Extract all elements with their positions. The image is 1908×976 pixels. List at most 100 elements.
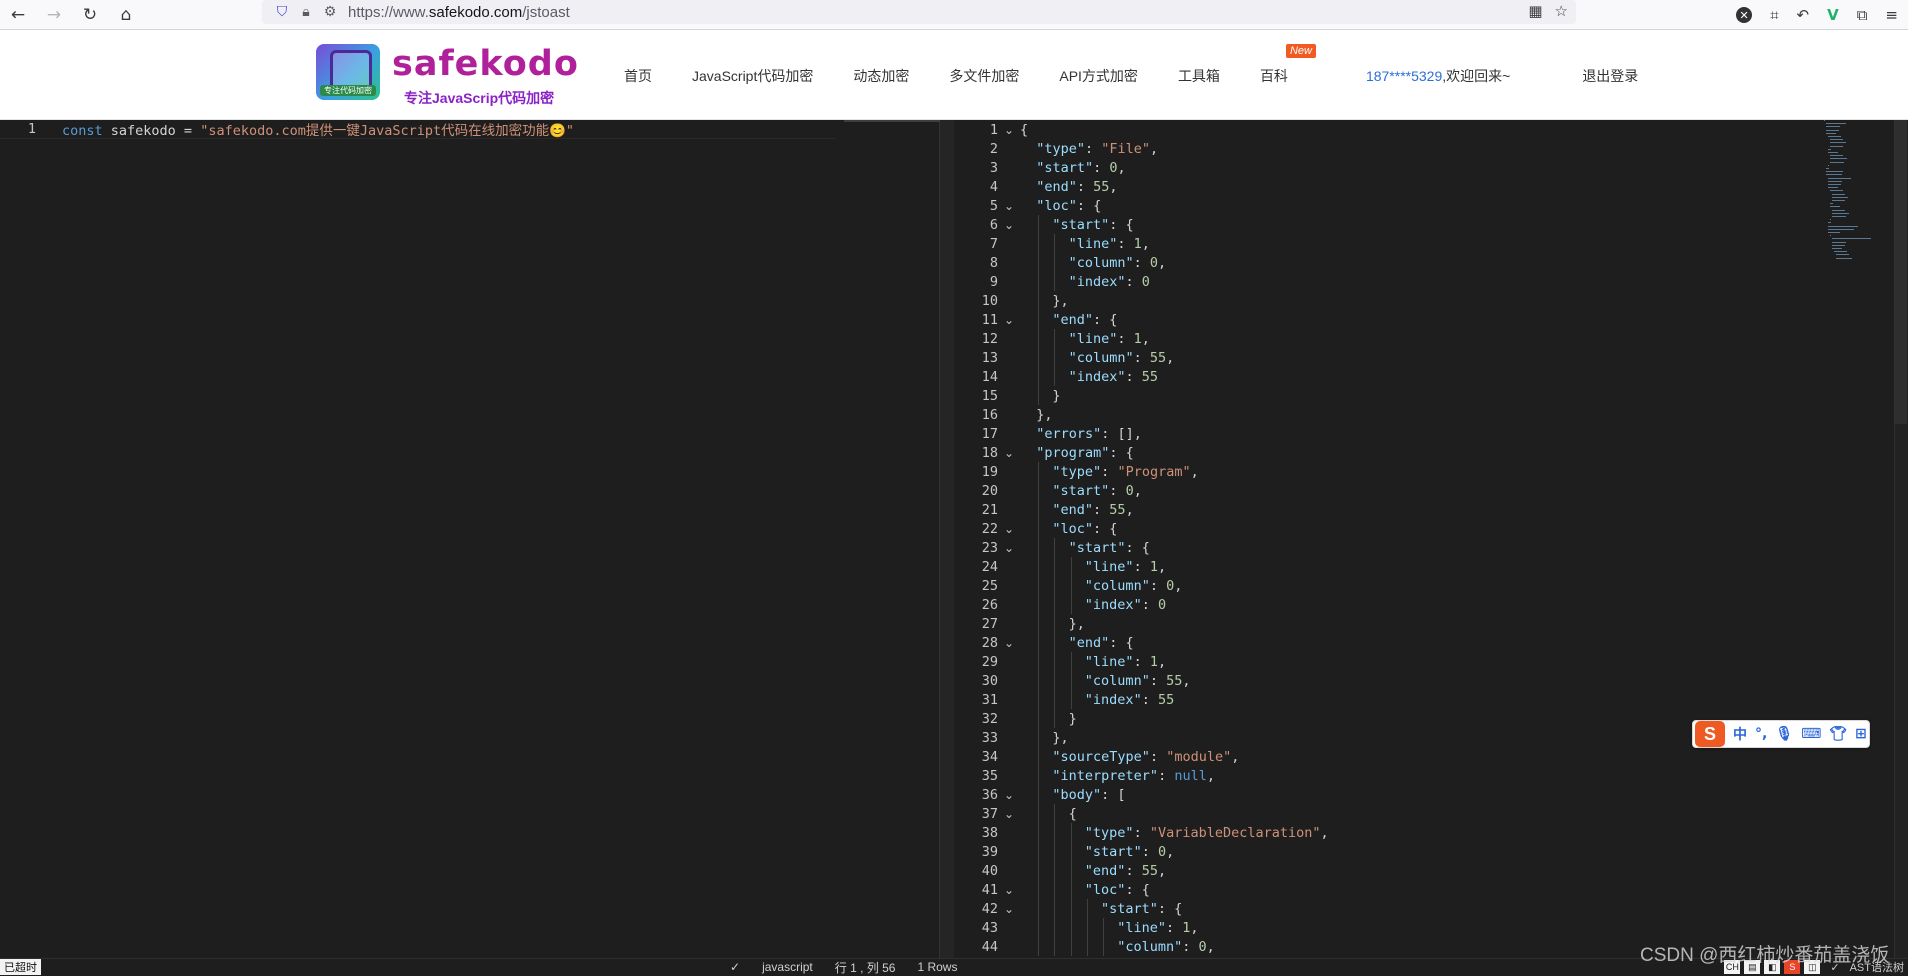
ast-line[interactable]: 25 "column": 0, xyxy=(956,576,1806,595)
ast-code[interactable]: "end": 55, xyxy=(1020,502,1133,518)
extensions-icon[interactable]: ⧉ xyxy=(1857,6,1868,24)
ast-code[interactable]: { xyxy=(1020,122,1028,138)
ast-code[interactable]: "column": 55, xyxy=(1020,350,1175,366)
reload-icon[interactable]: ↻ xyxy=(72,0,108,30)
code-text[interactable]: const safekodo = "safekodo.com提供一键JavaSc… xyxy=(62,119,574,139)
ast-code[interactable]: "end": 55, xyxy=(1020,179,1117,195)
ast-line[interactable]: 14 "index": 55 xyxy=(956,367,1806,386)
ast-code[interactable]: "line": 1, xyxy=(1020,559,1166,575)
ast-code[interactable]: "column": 0, xyxy=(1020,939,1215,955)
keyboard-icon[interactable]: ⌨ xyxy=(1801,726,1821,742)
ime-punctuation-toggle[interactable]: °, xyxy=(1755,726,1767,742)
shield-icon[interactable]: ⛉ xyxy=(270,4,294,20)
nav-toolbox[interactable]: 工具箱 xyxy=(1178,66,1220,86)
ast-code[interactable]: "start": 0, xyxy=(1020,160,1125,176)
undo-icon[interactable]: ↶ xyxy=(1797,6,1810,24)
permissions-icon[interactable]: ⚙ xyxy=(318,4,342,20)
ast-line[interactable]: 18 ⌄ "program": { xyxy=(956,443,1806,462)
fold-chevron-icon[interactable]: ⌄ xyxy=(998,902,1020,916)
nav-encyclopedia[interactable]: 百科 New xyxy=(1260,44,1316,86)
ast-line[interactable]: 12 "line": 1, xyxy=(956,329,1806,348)
ast-line[interactable]: 8 "column": 0, xyxy=(956,253,1806,272)
status-language[interactable]: javascript xyxy=(762,960,813,974)
ast-line[interactable]: 5 ⌄ "loc": { xyxy=(956,196,1806,215)
ast-line[interactable]: 28 ⌄ "end": { xyxy=(956,633,1806,652)
ast-line[interactable]: 41 ⌄ "loc": { xyxy=(956,880,1806,899)
ast-code[interactable]: "type": "VariableDeclaration", xyxy=(1020,825,1329,841)
crop-icon[interactable]: ⌗ xyxy=(1770,6,1778,24)
ime-language-toggle[interactable]: 中 xyxy=(1733,724,1747,744)
ast-line[interactable]: 26 "index": 0 xyxy=(956,595,1806,614)
ast-code[interactable]: }, xyxy=(1020,293,1068,309)
ast-line[interactable]: 30 "column": 55, xyxy=(956,671,1806,690)
site-logo[interactable]: 专注代码加密 safekodo 专注JavaScrip代码加密 xyxy=(316,44,578,106)
fold-chevron-icon[interactable]: ⌄ xyxy=(998,123,1020,137)
ast-code[interactable]: "index": 55 xyxy=(1020,692,1174,708)
fold-chevron-icon[interactable]: ⌄ xyxy=(998,446,1020,460)
fold-chevron-icon[interactable]: ⌄ xyxy=(998,522,1020,536)
url-text[interactable]: https://www.safekodo.com/jstoast xyxy=(348,4,570,21)
ast-code[interactable]: "line": 1, xyxy=(1020,331,1150,347)
ast-line[interactable]: 4 "end": 55, xyxy=(956,177,1806,196)
lock-icon[interactable]: 🔒︎ xyxy=(294,4,318,20)
ast-code[interactable]: "start": { xyxy=(1020,217,1133,233)
ast-code[interactable]: "loc": { xyxy=(1020,521,1117,537)
status-cursor-position[interactable]: 行 1 , 列 56 xyxy=(835,959,896,976)
ast-line[interactable]: 27}, xyxy=(956,614,1806,633)
ast-code[interactable]: "end": { xyxy=(1020,635,1134,651)
left-minimap[interactable] xyxy=(844,120,940,122)
ast-line[interactable]: 31 "index": 55 xyxy=(956,690,1806,709)
forward-icon[interactable]: → xyxy=(36,0,72,30)
address-bar[interactable]: ⛉ 🔒︎ ⚙ https://www.safekodo.com/jstoast … xyxy=(262,0,1576,24)
ast-minimap[interactable] xyxy=(1824,120,1884,360)
ast-code[interactable]: "line": 1, xyxy=(1020,920,1198,936)
fold-chevron-icon[interactable]: ⌄ xyxy=(998,807,1020,821)
ast-line[interactable]: 6 ⌄ "start": { xyxy=(956,215,1806,234)
ast-line[interactable]: 36 ⌄ "body": [ xyxy=(956,785,1806,804)
ast-line[interactable]: 2 "type": "File", xyxy=(956,139,1806,158)
fold-chevron-icon[interactable]: ⌄ xyxy=(998,883,1020,897)
ast-line[interactable]: 15} xyxy=(956,386,1806,405)
ast-code[interactable]: "start": { xyxy=(1020,901,1182,917)
back-icon[interactable]: ← xyxy=(0,0,36,30)
nav-multi-file-encrypt[interactable]: 多文件加密 xyxy=(949,66,1019,86)
ast-line[interactable]: 7 "line": 1, xyxy=(956,234,1806,253)
ast-code[interactable]: "loc": { xyxy=(1020,198,1101,214)
editor-line[interactable]: 1 const safekodo = "safekodo.com提供一键Java… xyxy=(0,120,836,139)
editor-splitter[interactable] xyxy=(940,120,954,958)
fold-chevron-icon[interactable]: ⌄ xyxy=(998,636,1020,650)
menu-icon[interactable]: ≡ xyxy=(1885,6,1898,24)
ast-line[interactable]: 37 ⌄{ xyxy=(956,804,1806,823)
fold-chevron-icon[interactable]: ⌄ xyxy=(998,199,1020,213)
ast-line[interactable]: 9 "index": 0 xyxy=(956,272,1806,291)
ast-line[interactable]: 39 "start": 0, xyxy=(956,842,1806,861)
home-icon[interactable]: ⌂ xyxy=(108,0,144,30)
ast-code[interactable]: "end": 55, xyxy=(1020,863,1166,879)
ast-line[interactable]: 38 "type": "VariableDeclaration", xyxy=(956,823,1806,842)
ast-line[interactable]: 42 ⌄ "start": { xyxy=(956,899,1806,918)
nav-home[interactable]: 首页 xyxy=(624,66,652,86)
bookmark-star-icon[interactable]: ☆ xyxy=(1555,2,1568,20)
ime-toolbar[interactable]: S 中 °, 🎙︎ ⌨ 👕︎ ⊞ xyxy=(1692,720,1870,748)
ast-scrollbar[interactable] xyxy=(1894,120,1908,958)
fold-chevron-icon[interactable]: ⌄ xyxy=(998,541,1020,555)
ast-code[interactable]: } xyxy=(1020,388,1060,404)
vue-devtools-icon[interactable]: V xyxy=(1827,6,1839,24)
ast-line[interactable]: 34 "sourceType": "module", xyxy=(956,747,1806,766)
ast-code[interactable]: "index": 0 xyxy=(1020,597,1166,613)
shirt-icon[interactable]: 👕︎ xyxy=(1829,726,1847,742)
ast-code[interactable]: "end": { xyxy=(1020,312,1117,328)
ast-line[interactable]: 23 ⌄ "start": { xyxy=(956,538,1806,557)
ast-code[interactable]: "index": 0 xyxy=(1020,274,1150,290)
source-code-editor[interactable]: 1 const safekodo = "safekodo.com提供一键Java… xyxy=(0,120,940,958)
ast-code[interactable]: }, xyxy=(1020,616,1085,632)
ast-line[interactable]: 13 "column": 55, xyxy=(956,348,1806,367)
ast-line[interactable]: 43 "line": 1, xyxy=(956,918,1806,937)
ast-code[interactable]: "column": 0, xyxy=(1020,578,1183,594)
ast-code[interactable]: "column": 55, xyxy=(1020,673,1191,689)
fold-chevron-icon[interactable]: ⌄ xyxy=(998,218,1020,232)
ast-code[interactable]: "index": 55 xyxy=(1020,369,1158,385)
close-circle-icon[interactable]: ✕ xyxy=(1736,7,1753,23)
fold-chevron-icon[interactable]: ⌄ xyxy=(998,788,1020,802)
ast-line[interactable]: 11 ⌄ "end": { xyxy=(956,310,1806,329)
